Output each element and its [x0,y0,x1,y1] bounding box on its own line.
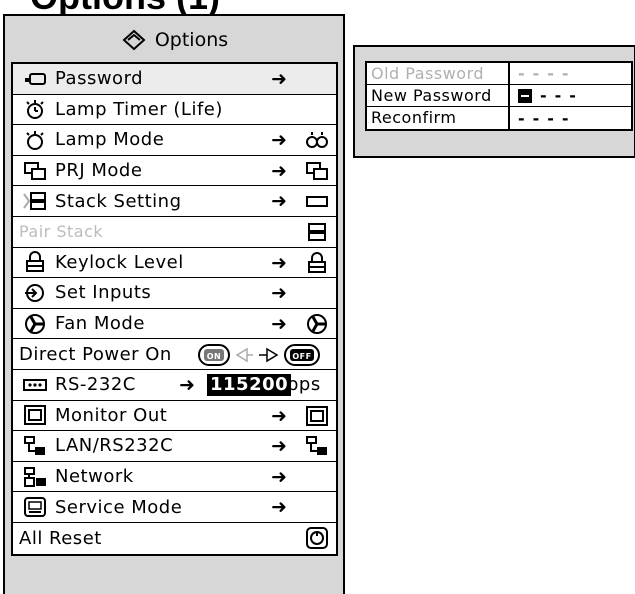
menu-item-direct-power-on[interactable]: Direct Power On ON OFF [13,339,336,370]
digit: - [569,86,576,105]
input-cursor[interactable] [518,88,532,103]
single-screen-icon [306,196,328,208]
lan-icon [24,435,45,455]
old-password-field: - - - - [510,63,569,84]
menu-item-label: Password [55,68,144,90]
reset-icon[interactable] [304,526,330,549]
menu-item-lan-rs232c[interactable]: LAN/RS232C ➜ [13,431,336,462]
power-toggle[interactable]: ON OFF [197,343,325,367]
menu-item-label: All Reset [19,527,102,549]
toggle-on-label: ON [207,352,222,361]
arrow-right-icon: ➜ [271,496,288,519]
menu-item-label: Set Inputs [55,282,152,304]
new-password-row[interactable]: New Password - - - [367,85,631,107]
menu-item-prj-mode[interactable]: PRJ Mode ➜ [13,156,336,187]
reconfirm-field[interactable]: - - - - [510,107,569,129]
menu-item-keylock-level[interactable]: Keylock Level ➜ [13,248,336,279]
menu-item-network[interactable]: Network ➜ [13,462,336,493]
menu-item-label: Direct Power On [19,343,172,365]
monitor-setting-icon [306,405,328,426]
digit: - [547,64,554,83]
lamp-mode-icon [306,132,328,149]
network-icon [24,466,46,487]
menu-list: Password ➜ Lamp Timer (Life) Lamp Mode ➜ [11,62,338,556]
prj-mode-icon [24,161,46,180]
menu-item-lamp-mode[interactable]: Lamp Mode ➜ [13,125,336,156]
old-password-label: Old Password [367,63,510,84]
arrow-right-icon: ➜ [271,282,288,305]
options-menu: Options Password ➜ Lamp Timer (Life) Lam… [3,14,345,594]
menu-item-label: RS-232C [55,374,136,396]
menu-item-label: Lamp Mode [55,129,165,151]
arrow-right-icon: ➜ [271,404,288,427]
arrow-right-icon: ➜ [271,312,288,335]
menu-item-label: Pair Stack [19,222,104,242]
baud-rate-unit: bps [287,373,321,395]
menu-item-label: Service Mode [55,496,183,518]
fan-setting-icon [307,313,327,334]
digit: - [518,108,525,128]
arrow-right-icon: ➜ [179,373,196,396]
digit: - [554,86,562,105]
stack-icon [23,192,46,211]
options-icon [122,29,146,51]
monitor-icon [24,405,46,426]
password-panel: Old Password - - - - New Password - - - … [353,45,635,158]
baud-rate-value[interactable]: 115200 [207,373,292,396]
menu-item-password[interactable]: Password ➜ [13,64,336,95]
arrow-right-icon: ➜ [271,435,288,458]
lamp-timer-icon [26,100,44,120]
toggle-off-label: OFF [292,352,311,361]
arrow-right-icon: ➜ [271,190,288,213]
reconfirm-row[interactable]: Reconfirm - - - - [367,107,631,129]
old-password-row: Old Password - - - - [367,63,631,85]
menu-item-fan-mode[interactable]: Fan Mode ➜ [13,309,336,340]
digit: - [518,64,525,83]
menu-item-all-reset[interactable]: All Reset [13,523,336,554]
arrow-right-icon: ➜ [271,68,288,90]
input-icon [25,283,44,302]
menu-item-lamp-timer[interactable]: Lamp Timer (Life) [13,95,336,126]
digit: - [532,64,540,83]
service-icon [24,497,46,518]
prj-mode-setting-icon [306,161,328,180]
key-icon [25,72,46,85]
digit: - [547,108,554,128]
menu-item-label: LAN/RS232C [55,435,174,457]
arrow-right-icon: ➜ [271,159,288,182]
menu-item-label: Keylock Level [55,251,184,273]
menu-title-label: Options [154,29,229,51]
pair-stack-icon [308,222,326,241]
menu-item-rs232c[interactable]: RS-232C ➜ 115200 bps [13,370,336,401]
reconfirm-label: Reconfirm [367,107,510,129]
digit: - [561,64,569,83]
lan-setting-icon [306,436,327,456]
new-password-label: New Password [367,85,510,106]
menu-title: Options [11,18,338,62]
menu-item-service-mode[interactable]: Service Mode ➜ [13,492,336,523]
digit: - [540,86,547,105]
menu-item-label: PRJ Mode [55,160,143,182]
digit: - [532,108,540,128]
arrow-right-icon: ➜ [271,465,288,488]
menu-item-label: Lamp Timer (Life) [55,98,223,120]
menu-item-label: Fan Mode [55,313,145,335]
rs232c-icon [23,378,47,391]
lamp-icon [26,130,44,150]
lock-setting-icon [308,251,326,273]
password-table: Old Password - - - - New Password - - - … [365,61,633,131]
arrow-right-icon: ➜ [271,251,288,274]
new-password-field[interactable]: - - - [510,85,576,106]
arrow-right-icon: ➜ [271,129,288,152]
fan-icon [25,313,45,334]
menu-item-label: Monitor Out [55,404,168,426]
menu-item-label: Network [55,466,134,488]
menu-item-pair-stack: Pair Stack [13,217,336,248]
menu-item-monitor-out[interactable]: Monitor Out ➜ [13,401,336,432]
lock-icon [26,251,44,273]
menu-item-stack-setting[interactable]: Stack Setting ➜ [13,186,336,217]
menu-item-set-inputs[interactable]: Set Inputs ➜ [13,278,336,309]
digit: - [561,108,569,128]
menu-item-label: Stack Setting [55,190,182,212]
